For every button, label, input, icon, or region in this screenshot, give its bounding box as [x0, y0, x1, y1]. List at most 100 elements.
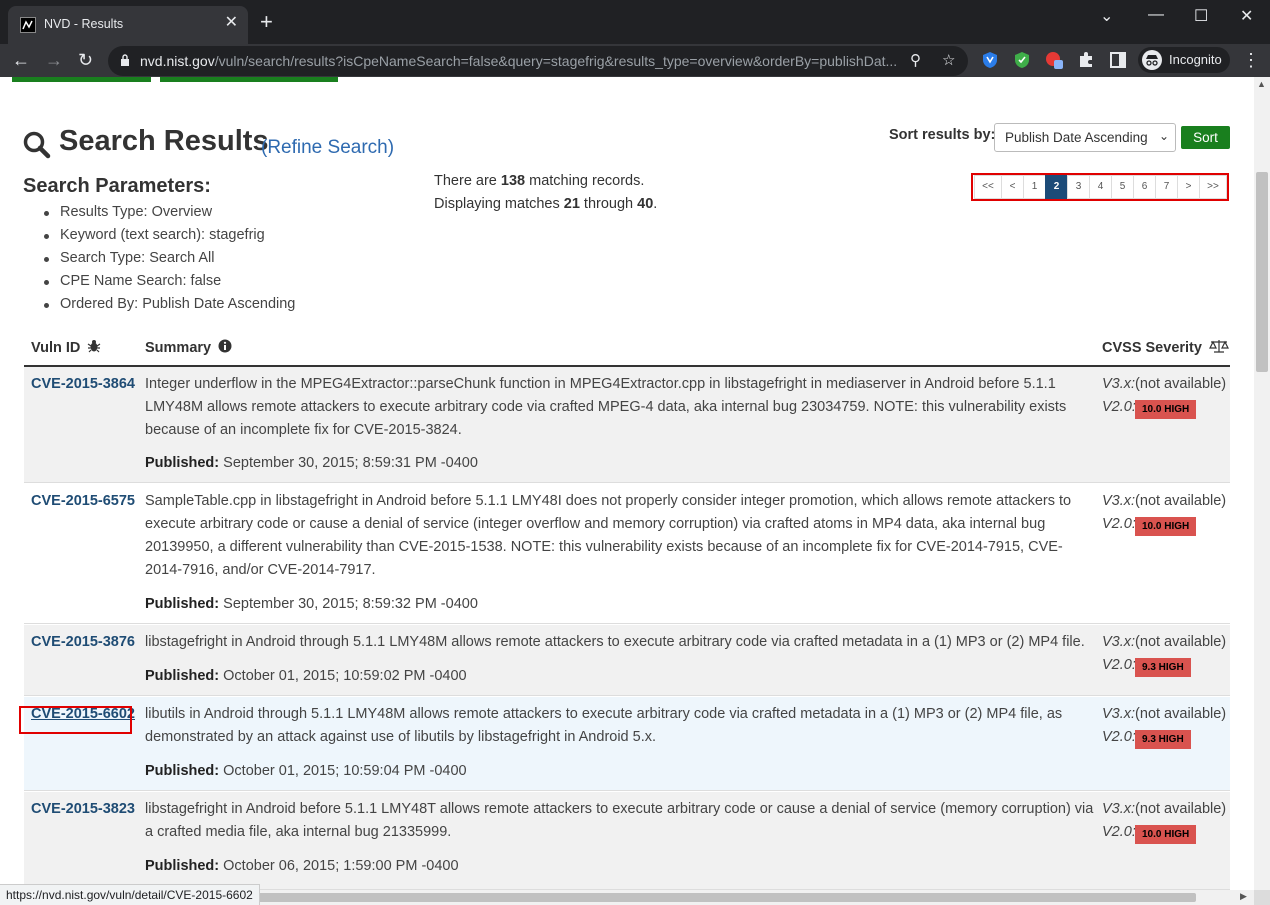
- page-6[interactable]: 6: [1133, 175, 1156, 199]
- page-2-current[interactable]: 2: [1045, 175, 1068, 199]
- tab-close-icon[interactable]: ✕: [225, 15, 238, 31]
- extensions-puzzle-icon[interactable]: [1076, 50, 1096, 70]
- browser-tab-bar: NVD - Results ✕ + ⌄ — ☐ ✕: [0, 0, 1270, 44]
- param-cpe-name-search: CPE Name Search: false: [43, 273, 295, 296]
- cvss-v3: V3.x:(not available): [1102, 376, 1227, 392]
- vuln-summary: Integer underflow in the MPEG4Extractor:…: [145, 376, 1067, 438]
- address-bar[interactable]: nvd.nist.gov/vuln/search/results?isCpeNa…: [108, 46, 968, 76]
- published-date: Published: September 30, 2015; 8:59:32 P…: [145, 596, 478, 612]
- sort-button[interactable]: Sort: [1181, 126, 1230, 149]
- cvss-v2-badge[interactable]: 10.0 HIGH: [1135, 825, 1197, 844]
- cvss-v3: V3.x:(not available): [1102, 493, 1227, 509]
- cvss-v2-badge[interactable]: 10.0 HIGH: [1135, 517, 1197, 536]
- cvss-v2-badge[interactable]: 10.0 HIGH: [1135, 400, 1197, 419]
- search-parameters-heading: Search Parameters:: [23, 175, 211, 197]
- shield-extension-icon[interactable]: [980, 50, 1000, 70]
- chevron-down-icon: ⌄: [1158, 129, 1169, 143]
- vuln-summary: libstagefright in Android before 5.1.1 L…: [145, 801, 1094, 840]
- col-header-vuln-id: Vuln ID: [31, 339, 101, 356]
- col-header-cvss: CVSS Severity: [1102, 339, 1229, 356]
- table-row: CVE-2015-3876 libstagefright in Android …: [24, 625, 1230, 696]
- scrollbar-corner: [1254, 890, 1270, 905]
- table-row: CVE-2015-6602 libutils in Android throug…: [24, 697, 1230, 791]
- info-icon[interactable]: [218, 339, 232, 353]
- reload-icon[interactable]: ↻: [78, 50, 93, 70]
- forward-icon[interactable]: →: [45, 50, 63, 70]
- page-first[interactable]: <<: [974, 175, 1002, 199]
- refine-search-link[interactable]: (Refine Search): [261, 137, 394, 159]
- cvss-v3: V3.x:(not available): [1102, 634, 1227, 650]
- page-last[interactable]: >>: [1199, 175, 1227, 199]
- vuln-id-link[interactable]: CVE-2015-3864: [31, 376, 135, 392]
- scroll-up-icon[interactable]: ▲: [1257, 79, 1266, 89]
- cvss-v3: V3.x:(not available): [1102, 801, 1227, 817]
- published-date: Published: October 06, 2015; 1:59:00 PM …: [145, 858, 459, 874]
- scale-balance-icon: [1209, 340, 1229, 353]
- page-prev[interactable]: <: [1001, 175, 1024, 199]
- vertical-scrollbar[interactable]: ▲: [1254, 77, 1270, 890]
- sort-label: Sort results by:: [889, 127, 996, 143]
- window-close-icon[interactable]: ✕: [1240, 6, 1253, 26]
- published-date: Published: September 30, 2015; 8:59:31 P…: [145, 455, 478, 471]
- url-text: nvd.nist.gov/vuln/search/results?isCpeNa…: [140, 53, 898, 69]
- bookmark-star-icon[interactable]: ☆: [942, 51, 955, 69]
- side-panel-icon[interactable]: [1108, 50, 1128, 70]
- horizontal-scroll-thumb[interactable]: [258, 893, 1196, 902]
- param-results-type: Results Type: Overview: [43, 204, 295, 227]
- incognito-label: Incognito: [1169, 52, 1222, 67]
- cvss-v2-badge[interactable]: 9.3 HIGH: [1135, 658, 1191, 677]
- incognito-indicator[interactable]: Incognito: [1138, 47, 1230, 73]
- minimize-icon[interactable]: —: [1148, 6, 1164, 24]
- vuln-summary: libutils in Android through 5.1.1 LMY48M…: [145, 706, 1063, 745]
- page-5[interactable]: 5: [1111, 175, 1134, 199]
- cvss-v2-label: V2.0:: [1102, 729, 1136, 745]
- browser-toolbar: ← → ↻ nvd.nist.gov/vuln/search/results?i…: [0, 44, 1270, 77]
- cvss-v2-label: V2.0:: [1102, 824, 1136, 840]
- lock-icon: [121, 54, 129, 66]
- vuln-summary: libstagefright in Android through 5.1.1 …: [145, 634, 1085, 650]
- published-date: Published: October 01, 2015; 10:59:02 PM…: [145, 668, 467, 684]
- annotation-highlight-box: [19, 706, 132, 734]
- displaying-matches: Displaying matches 21 through 40.: [434, 196, 658, 212]
- search-icon: [23, 131, 51, 159]
- maximize-icon[interactable]: ☐: [1194, 6, 1208, 26]
- new-tab-button[interactable]: +: [260, 11, 273, 33]
- cvss-v2-label: V2.0:: [1102, 399, 1136, 415]
- vuln-id-link[interactable]: CVE-2015-3876: [31, 634, 135, 650]
- bug-icon: [88, 340, 101, 353]
- vuln-summary: SampleTable.cpp in libstagefright in And…: [145, 493, 1072, 578]
- page-1[interactable]: 1: [1023, 175, 1046, 199]
- cvss-v3: V3.x:(not available): [1102, 706, 1227, 722]
- page-4[interactable]: 4: [1089, 175, 1112, 199]
- page-next[interactable]: >: [1177, 175, 1200, 199]
- vuln-id-link[interactable]: CVE-2015-3823: [31, 801, 135, 817]
- adblock-extension-icon[interactable]: [1012, 50, 1032, 70]
- table-row: CVE-2015-6575 SampleTable.cpp in libstag…: [24, 484, 1230, 624]
- page-title: Search Results: [59, 125, 269, 157]
- page-content: Search Results (Refine Search) Search Pa…: [0, 77, 1254, 890]
- param-search-type: Search Type: Search All: [43, 250, 295, 273]
- incognito-icon: [1142, 50, 1162, 70]
- param-keyword: Keyword (text search): stagefrig: [43, 227, 295, 250]
- privacy-extension-icon[interactable]: [1044, 50, 1064, 70]
- vuln-id-link[interactable]: CVE-2015-6575: [31, 493, 135, 509]
- vertical-scroll-thumb[interactable]: [1256, 172, 1268, 372]
- sort-select[interactable]: Publish Date Ascending ⌄: [994, 123, 1176, 152]
- cvss-v2-label: V2.0:: [1102, 516, 1136, 532]
- table-row: CVE-2015-3823 libstagefright in Android …: [24, 792, 1230, 890]
- browser-tab[interactable]: NVD - Results ✕: [8, 6, 248, 44]
- back-icon[interactable]: ←: [12, 50, 30, 70]
- tab-search-chevron-icon[interactable]: ⌄: [1100, 6, 1113, 26]
- page-3[interactable]: 3: [1067, 175, 1090, 199]
- published-date: Published: October 01, 2015; 10:59:04 PM…: [145, 763, 467, 779]
- tab-title: NVD - Results: [44, 17, 124, 31]
- cvss-v2-badge[interactable]: 9.3 HIGH: [1135, 730, 1191, 749]
- page-7[interactable]: 7: [1155, 175, 1178, 199]
- cvss-v2-label: V2.0:: [1102, 657, 1136, 673]
- scroll-right-icon[interactable]: ▶: [1240, 891, 1247, 902]
- nav-tab-green-left[interactable]: [12, 77, 151, 82]
- search-icon[interactable]: ⚲: [910, 51, 921, 69]
- pagination: << < 1 2 3 4 5 6 7 > >>: [971, 173, 1229, 201]
- nav-tab-green-right[interactable]: [160, 77, 338, 82]
- browser-menu-icon[interactable]: ⋮: [1242, 50, 1260, 71]
